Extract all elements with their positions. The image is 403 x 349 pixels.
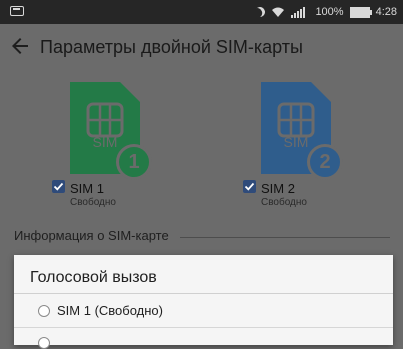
- signal-icon: [291, 7, 306, 18]
- sim2-checkbox[interactable]: [243, 180, 256, 193]
- dialog-option-sim1[interactable]: SIM 1 (Свободно): [14, 299, 393, 327]
- dialog-divider: [14, 293, 393, 294]
- sim2-card-graphic: SIM 2: [261, 82, 343, 180]
- notification-icon: [10, 6, 24, 16]
- sim1-checkbox[interactable]: [52, 180, 65, 193]
- dialog-title: Голосовой вызов: [30, 269, 157, 286]
- dialog-option-label: SIM 1 (Свободно): [57, 303, 163, 318]
- section-divider: [180, 237, 390, 238]
- battery-percent: 100%: [315, 6, 344, 18]
- do-not-disturb-icon: [254, 6, 267, 19]
- voice-call-dialog: Голосовой вызов SIM 1 (Свободно): [14, 255, 393, 349]
- page-title: Параметры двойной SIM-карты: [40, 37, 303, 57]
- back-arrow-icon[interactable]: [8, 34, 32, 58]
- sim1-card-graphic: SIM 1: [70, 82, 152, 180]
- sim2-number-badge: 2: [307, 144, 343, 180]
- battery-icon: [349, 6, 372, 18]
- clock: 4:28: [375, 6, 397, 18]
- wifi-icon: [272, 7, 285, 17]
- sim-info-section-title: Информация о SIM-карте: [14, 228, 169, 243]
- app-bar: Параметры двойной SIM-карты: [0, 24, 403, 72]
- sim2-name: SIM 2: [261, 181, 295, 196]
- dialog-divider: [14, 327, 393, 328]
- status-bar: 100% 4:28: [0, 0, 403, 24]
- sim1-name: SIM 1: [70, 181, 104, 196]
- checkmark-icon: [53, 182, 64, 191]
- radio-button[interactable]: [38, 305, 50, 317]
- sim2-status: Свободно: [261, 197, 307, 208]
- sim1-number-badge: 1: [116, 144, 152, 180]
- sim1-status: Свободно: [70, 197, 116, 208]
- radio-button[interactable]: [38, 337, 50, 349]
- checkmark-icon: [244, 182, 255, 191]
